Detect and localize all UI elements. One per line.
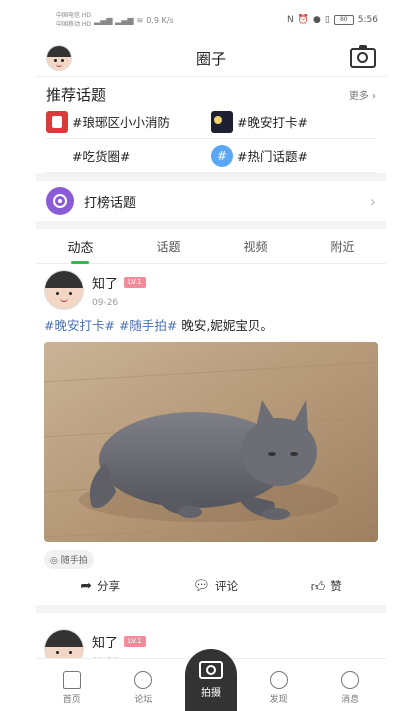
status-left: 中国电信 HD 中国移动 HD ▂▄▆ ▂▄▆ ≋ 0.9 K/s: [56, 11, 174, 29]
post-card: 知了 LV.1 09-26 #晚安打卡# #随手拍# 晚安,妮妮宝贝。 ◎ 随手…: [36, 264, 386, 603]
tab-video[interactable]: 视频: [243, 238, 267, 255]
topic-chip[interactable]: ◎ 随手拍: [44, 550, 94, 569]
status-bar: 中国电信 HD 中国移动 HD ▂▄▆ ▂▄▆ ≋ 0.9 K/s N ⏰ ● …: [36, 0, 386, 40]
recommend-header: 推荐话题 更多 ›: [36, 77, 386, 105]
location-icon: ●: [312, 15, 321, 25]
post-photo[interactable]: [44, 342, 378, 542]
level-badge: LV.1: [124, 636, 146, 647]
page-title: 圈子: [195, 49, 226, 68]
post-date: 09-26: [92, 298, 119, 308]
feed-tabs: 动态 话题 视频 附近: [36, 229, 386, 264]
night-moon-icon: [211, 110, 233, 133]
forum-icon: [134, 671, 153, 689]
topic-item[interactable]: #琅琊区小小消防: [46, 105, 211, 139]
hashtag-link[interactable]: #晚安打卡#: [44, 318, 115, 333]
topic-item[interactable]: #晚安打卡#: [211, 105, 376, 139]
comment-icon: 💬︎: [192, 578, 211, 594]
more-link[interactable]: 更多 ›: [349, 87, 376, 102]
chevron-right-icon: ›: [369, 191, 376, 211]
battery-icon: 80: [333, 15, 354, 25]
network-speed: 0.9 K/s: [146, 15, 174, 25]
nav-discover[interactable]: 发现: [249, 671, 309, 711]
app-screen: 中国电信 HD 中国移动 HD ▂▄▆ ▂▄▆ ≋ 0.9 K/s N ⏰ ● …: [36, 0, 386, 711]
author-name[interactable]: 知了: [92, 632, 118, 651]
fire-extinguisher-icon: [46, 110, 68, 133]
clock: 5:56: [357, 15, 378, 25]
carrier-2: 中国移动 HD: [56, 21, 92, 28]
post-actions: ➦ 分享 💬︎ 评论 👍︎ 赞: [44, 569, 378, 603]
nav-forum[interactable]: 论坛: [113, 671, 173, 711]
divider: [36, 221, 386, 229]
nav-home[interactable]: 首页: [42, 671, 102, 711]
like-button[interactable]: 👍︎ 赞: [311, 578, 342, 595]
status-right: N ⏰ ● ▯ 80 5:56: [287, 15, 378, 25]
post-header: 知了 LV.1 09-26: [44, 264, 378, 310]
cat-photo-illustration: [44, 342, 378, 542]
camera-icon: [198, 661, 223, 679]
chevron-right-icon: ›: [372, 90, 376, 102]
nfc-icon: N: [287, 15, 294, 25]
author-avatar[interactable]: [44, 270, 84, 310]
comment-button[interactable]: 💬︎ 评论: [192, 578, 238, 594]
hashtag-link[interactable]: #随手拍#: [119, 318, 177, 333]
topic-item[interactable]: #吃货圈#: [46, 139, 211, 173]
ranking-label: 打榜话题: [84, 195, 137, 211]
camera-icon[interactable]: [349, 45, 376, 68]
nav-message[interactable]: 消息: [320, 671, 380, 711]
nav-shoot[interactable]: 拍摄: [184, 649, 237, 711]
bottom-navigation: 首页 论坛 拍摄 发现 消息: [36, 649, 386, 711]
divider: [36, 173, 386, 181]
thumbs-up-icon: 👍︎: [310, 578, 326, 595]
post-text: #晚安打卡# #随手拍# 晚安,妮妮宝贝。: [44, 310, 378, 342]
share-button[interactable]: ➦ 分享: [80, 578, 120, 594]
wifi-icon: ≋: [136, 15, 144, 25]
topic-item[interactable]: # #热门话题#: [211, 139, 376, 173]
user-avatar[interactable]: [46, 45, 72, 71]
message-icon: [341, 671, 360, 689]
ranking-topics-row[interactable]: 打榜话题 ›: [36, 181, 386, 221]
top-bar: 圈子: [36, 40, 386, 77]
camera-small-icon: ◎: [50, 556, 58, 566]
hashtag-icon: #: [211, 144, 233, 167]
home-icon: [62, 671, 81, 689]
compass-icon: [269, 671, 288, 689]
share-icon: ➦: [80, 578, 92, 594]
recommend-title: 推荐话题: [46, 85, 107, 104]
vibrate-icon: ▯: [324, 15, 330, 25]
post-caption: 晚安,妮妮宝贝。: [181, 318, 273, 333]
divider: [36, 605, 386, 613]
topic-grid: #琅琊区小小消防 #晚安打卡# #吃货圈# # #热门话题#: [36, 105, 386, 173]
signal-icon: ▂▄▆ ▂▄▆: [94, 15, 134, 25]
tab-topics[interactable]: 话题: [156, 238, 180, 255]
tab-nearby[interactable]: 附近: [330, 238, 354, 255]
carrier-1: 中国电信 HD: [56, 12, 92, 19]
author-name[interactable]: 知了: [92, 273, 118, 292]
level-badge: LV.1: [124, 277, 146, 288]
alarm-icon: ⏰: [297, 15, 309, 25]
broadcast-icon: [46, 187, 74, 215]
tab-dynamic[interactable]: 动态: [67, 237, 93, 256]
